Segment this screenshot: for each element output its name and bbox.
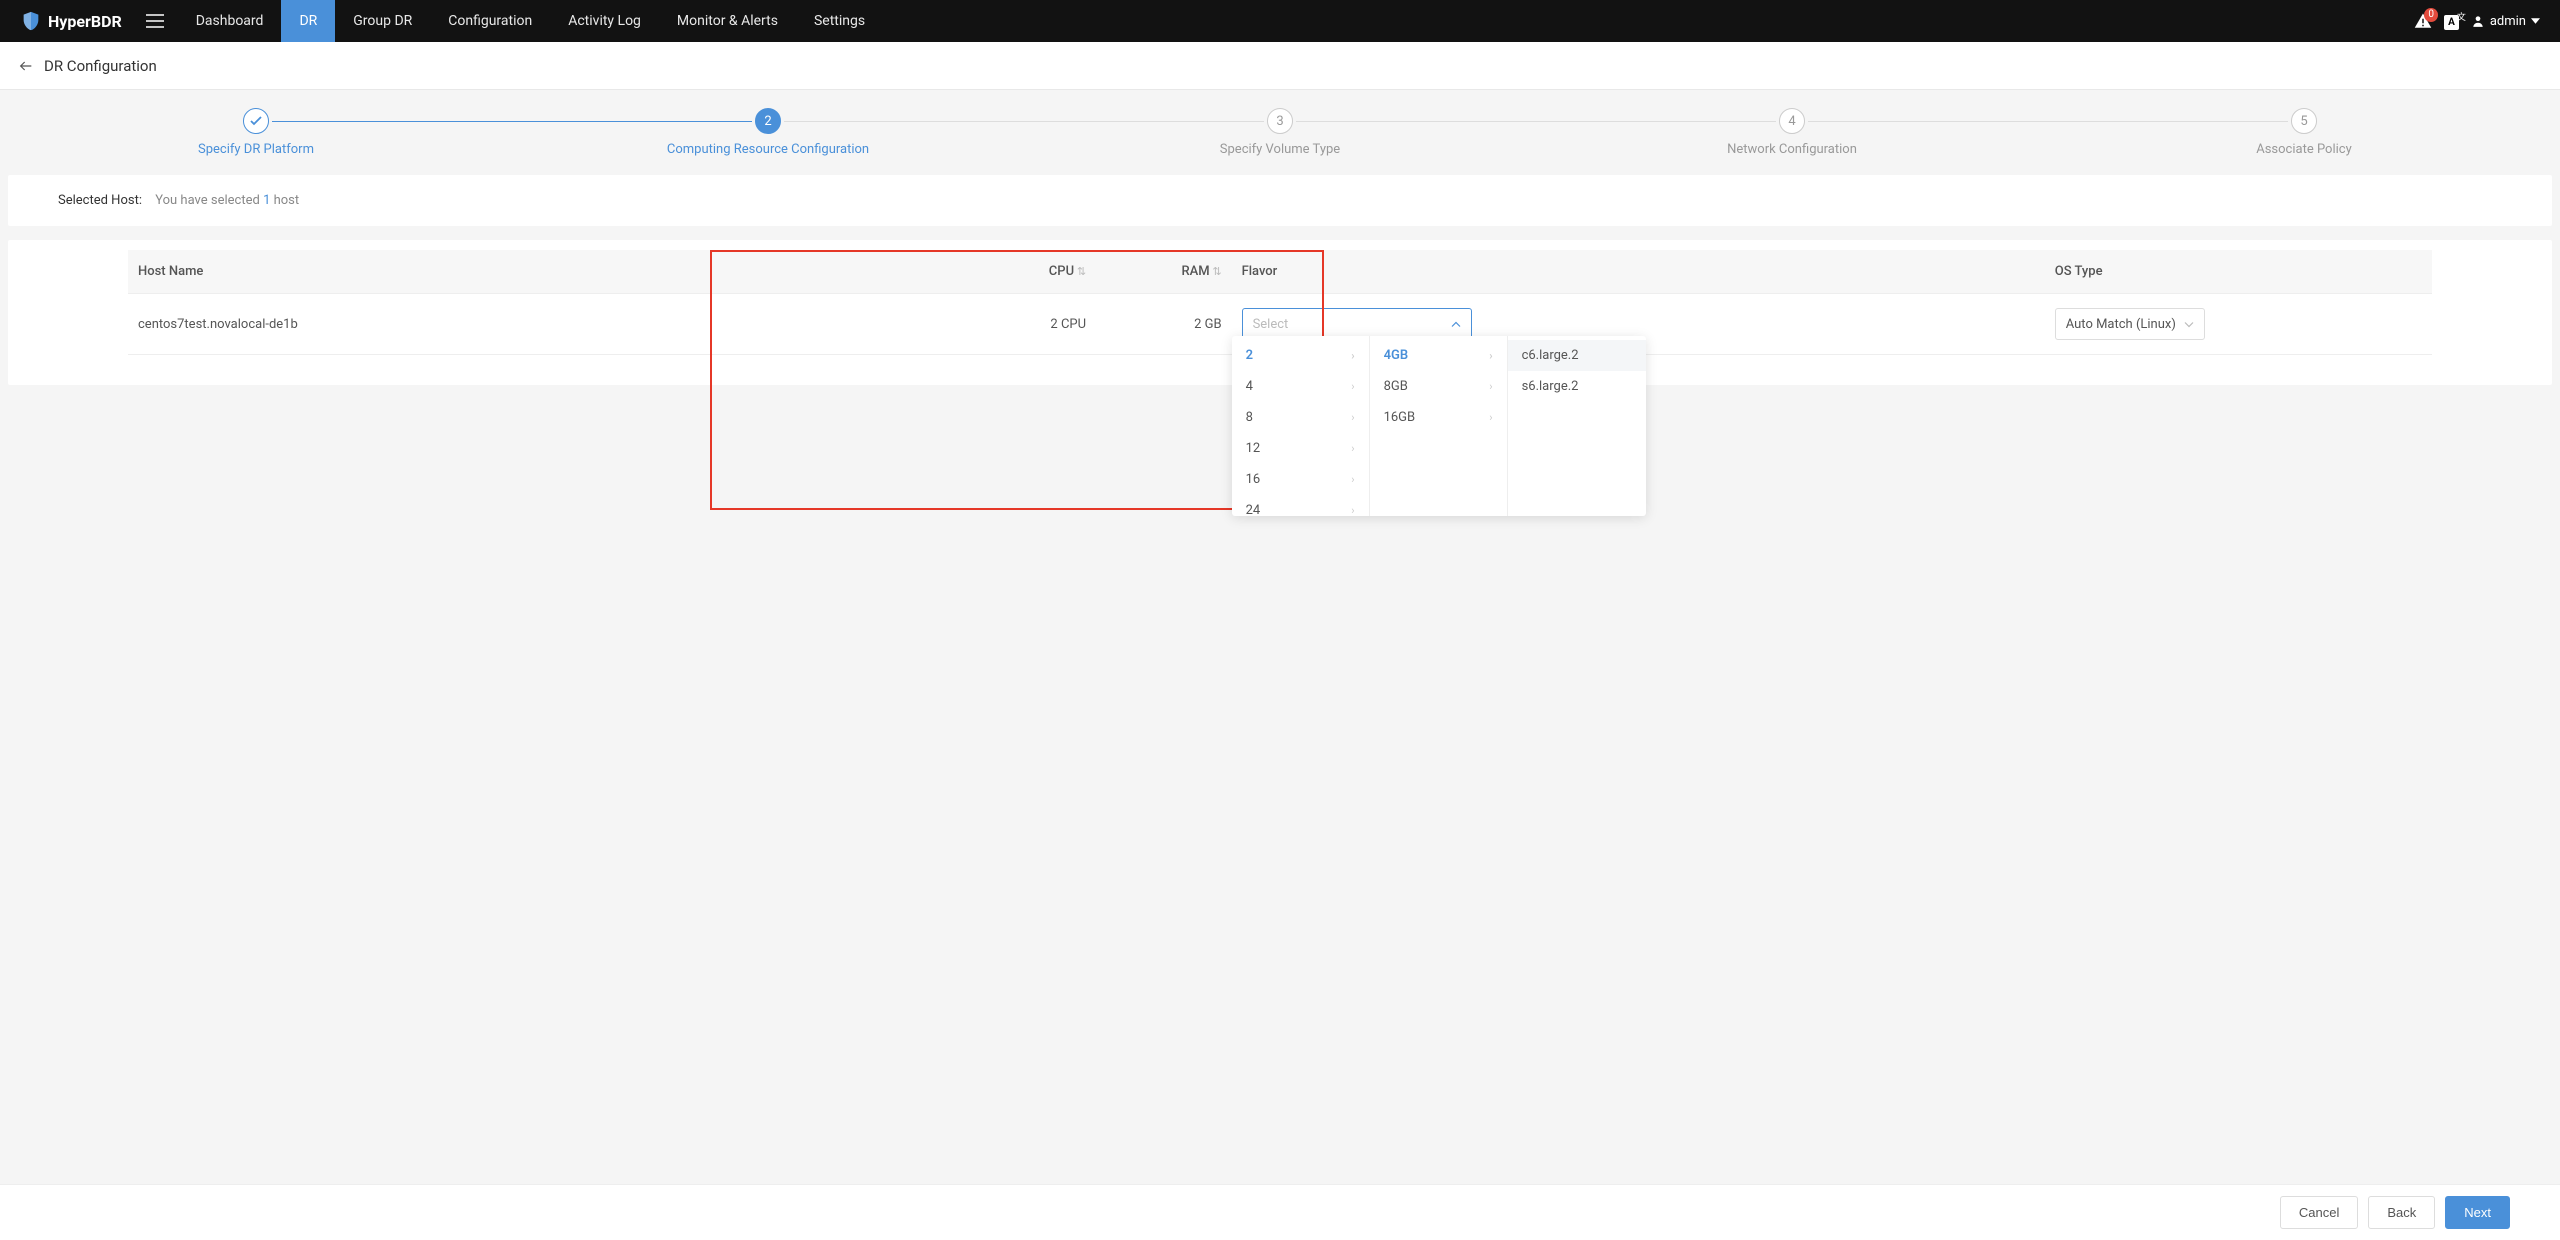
- cancel-button[interactable]: Cancel: [2280, 1196, 2358, 1229]
- os-type-select[interactable]: Auto Match (Linux): [2055, 308, 2205, 340]
- cascader-item[interactable]: 4GB›: [1370, 340, 1507, 371]
- cascader-item[interactable]: 8GB›: [1370, 371, 1507, 402]
- chevron-right-icon: ›: [1489, 349, 1492, 362]
- th-flavor: Flavor: [1232, 250, 2045, 294]
- th-cpu[interactable]: CPU: [961, 250, 1097, 294]
- nav-items: Dashboard DR Group DR Configuration Acti…: [178, 0, 883, 42]
- cascader-item[interactable]: 12›: [1232, 433, 1369, 464]
- cascader-item[interactable]: 16GB›: [1370, 402, 1507, 433]
- selected-host-text-before: You have selected: [155, 193, 263, 208]
- footer: Cancel Back Next: [0, 1184, 2560, 1240]
- flavor-cascader: 2› 4› 8› 12› 16› 24› 4GB› 8GB› 16GB›: [1232, 336, 1646, 516]
- nav-item-group-dr[interactable]: Group DR: [335, 0, 430, 42]
- main-content: Host Name CPU RAM Flavor OS Type centos7…: [8, 240, 2552, 385]
- nav-item-configuration[interactable]: Configuration: [430, 0, 550, 42]
- nav-right: 0 A 文 admin: [2414, 12, 2550, 30]
- chevron-down-icon: [2531, 18, 2540, 24]
- cascader-item[interactable]: 8›: [1232, 402, 1369, 433]
- cascader-col-flavor: c6.large.2 s6.large.2: [1508, 336, 1646, 516]
- flavor-placeholder: Select: [1253, 317, 1289, 332]
- nav-item-monitor-alerts[interactable]: Monitor & Alerts: [659, 0, 796, 42]
- hosts-table: Host Name CPU RAM Flavor OS Type centos7…: [128, 250, 2432, 355]
- cell-flavor: Select 2› 4› 8› 12› 16› 24›: [1232, 294, 2045, 355]
- nav-item-settings[interactable]: Settings: [796, 0, 883, 42]
- chevron-right-icon: ›: [1351, 473, 1354, 486]
- nav-item-activity-log[interactable]: Activity Log: [550, 0, 659, 42]
- os-type-value: Auto Match (Linux): [2066, 317, 2176, 332]
- cascader-item[interactable]: 2›: [1232, 340, 1369, 371]
- step-1-label: Specify DR Platform: [0, 142, 512, 157]
- step-5: 5 Associate Policy: [2048, 108, 2560, 157]
- user-name: admin: [2490, 14, 2526, 29]
- chevron-right-icon: ›: [1351, 411, 1354, 424]
- alert-badge: 0: [2424, 8, 2438, 22]
- chevron-right-icon: ›: [1351, 380, 1354, 393]
- step-4-circle: 4: [1779, 108, 1805, 134]
- step-3: 3 Specify Volume Type: [1024, 108, 1536, 157]
- step-4: 4 Network Configuration: [1536, 108, 2048, 157]
- cascader-item[interactable]: c6.large.2: [1508, 340, 1646, 371]
- steps: Specify DR Platform 2 Computing Resource…: [0, 108, 2560, 157]
- chevron-right-icon: ›: [1351, 349, 1354, 362]
- subheader: DR Configuration: [0, 42, 2560, 90]
- selected-host-bar: Selected Host: You have selected 1 host: [8, 175, 2552, 226]
- th-os-type: OS Type: [2045, 250, 2432, 294]
- step-3-label: Specify Volume Type: [1024, 142, 1536, 157]
- brand-text: HyperBDR: [48, 12, 122, 31]
- step-1[interactable]: Specify DR Platform: [0, 108, 512, 157]
- cell-os-type: Auto Match (Linux): [2045, 294, 2432, 355]
- step-2-label: Computing Resource Configuration: [512, 142, 1024, 157]
- back-arrow-icon[interactable]: [18, 58, 34, 74]
- step-4-label: Network Configuration: [1536, 142, 2048, 157]
- cascader-item[interactable]: 16›: [1232, 464, 1369, 495]
- chevron-right-icon: ›: [1489, 411, 1492, 424]
- menu-toggle-icon[interactable]: [132, 14, 178, 28]
- alert-icon[interactable]: 0: [2414, 12, 2432, 30]
- nav-item-dr[interactable]: DR: [281, 0, 335, 42]
- cell-host-name: centos7test.novalocal-de1b: [128, 294, 961, 355]
- steps-container: Specify DR Platform 2 Computing Resource…: [0, 90, 2560, 165]
- step-2-circle: 2: [755, 108, 781, 134]
- language-switch[interactable]: A 文: [2444, 13, 2459, 29]
- cascader-item[interactable]: 24›: [1232, 495, 1369, 526]
- th-ram[interactable]: RAM: [1096, 250, 1232, 294]
- cascader-col-ram: 4GB› 8GB› 16GB›: [1370, 336, 1508, 516]
- top-nav: HyperBDR Dashboard DR Group DR Configura…: [0, 0, 2560, 42]
- back-button[interactable]: Back: [2368, 1196, 2435, 1229]
- cascader-item[interactable]: 4›: [1232, 371, 1369, 402]
- chevron-down-icon: [2184, 321, 2194, 328]
- next-button[interactable]: Next: [2445, 1196, 2510, 1229]
- step-3-circle: 3: [1267, 108, 1293, 134]
- selected-host-text-after: host: [270, 193, 299, 208]
- nav-item-dashboard[interactable]: Dashboard: [178, 0, 282, 42]
- chevron-right-icon: ›: [1351, 504, 1354, 517]
- cell-cpu: 2 CPU: [961, 294, 1097, 355]
- step-5-label: Associate Policy: [2048, 142, 2560, 157]
- cell-ram: 2 GB: [1096, 294, 1232, 355]
- th-host-name: Host Name: [128, 250, 961, 294]
- chevron-up-icon: [1451, 321, 1461, 328]
- chevron-right-icon: ›: [1351, 442, 1354, 455]
- page-title: DR Configuration: [44, 57, 157, 75]
- step-2[interactable]: 2 Computing Resource Configuration: [512, 108, 1024, 157]
- user-menu[interactable]: admin: [2471, 14, 2540, 29]
- chevron-right-icon: ›: [1489, 380, 1492, 393]
- step-5-circle: 5: [2291, 108, 2317, 134]
- brand-logo: HyperBDR: [10, 10, 132, 32]
- step-1-circle: [243, 108, 269, 134]
- user-icon: [2471, 14, 2485, 28]
- table-row: centos7test.novalocal-de1b 2 CPU 2 GB Se…: [128, 294, 2432, 355]
- cascader-col-cpu: 2› 4› 8› 12› 16› 24›: [1232, 336, 1370, 516]
- cascader-item[interactable]: s6.large.2: [1508, 371, 1646, 402]
- shield-icon: [20, 10, 42, 32]
- selected-host-label: Selected Host:: [58, 193, 142, 208]
